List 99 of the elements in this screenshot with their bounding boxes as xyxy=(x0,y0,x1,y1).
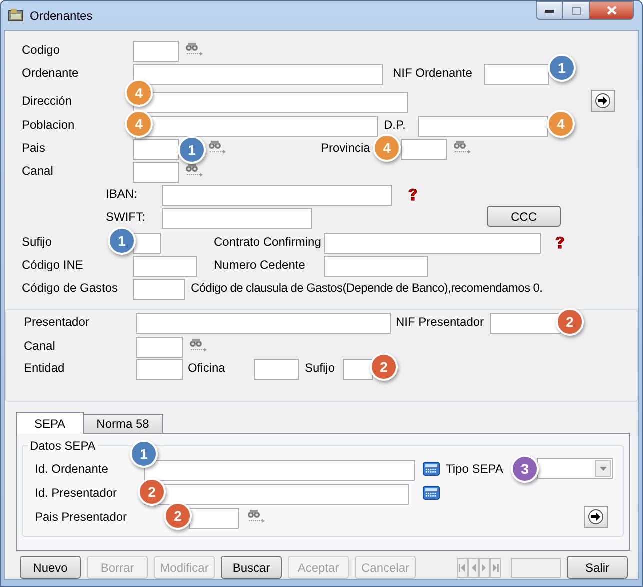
binoculars-icon[interactable] xyxy=(247,509,267,524)
arrow-button[interactable] xyxy=(591,90,615,112)
field-label: Id. Presentador xyxy=(35,484,118,502)
question-mark-icon[interactable] xyxy=(553,234,567,248)
input-field[interactable] xyxy=(254,358,299,380)
input-field[interactable] xyxy=(136,336,183,358)
number-badge: 2 xyxy=(138,478,166,506)
gastos-note: Código de clausula de Gastos(Depende de Banco),recomendamos 0. xyxy=(191,280,543,296)
field-label: Sufijo xyxy=(22,234,52,250)
number-badge: 4 xyxy=(547,110,575,138)
tab[interactable]: Norma 58 xyxy=(83,414,163,433)
field-label: Dirección xyxy=(22,92,72,110)
input-field[interactable] xyxy=(133,40,179,62)
action-button[interactable]: Buscar xyxy=(221,556,282,579)
field-label: Presentador xyxy=(24,314,90,330)
caret-icon xyxy=(600,466,606,470)
field-label: Sufijo xyxy=(305,360,336,376)
calculator-icon[interactable] xyxy=(423,462,440,476)
field-label: Canal xyxy=(24,338,56,354)
field-label: Entidad xyxy=(24,360,65,376)
right-triangle-icon xyxy=(481,562,488,572)
minimize-icon xyxy=(545,8,554,12)
number-badge: 2 xyxy=(370,353,398,381)
right-triangle-icon xyxy=(492,562,499,572)
previous-record-button[interactable] xyxy=(468,558,479,578)
arrow-button[interactable] xyxy=(584,506,608,528)
field-label: Numero Cedente xyxy=(214,256,306,274)
field-label: Codigo xyxy=(22,42,60,58)
close-icon xyxy=(606,6,616,15)
input-field[interactable] xyxy=(133,256,197,276)
window-title: Ordenantes xyxy=(30,8,93,25)
input-field[interactable] xyxy=(133,138,179,160)
binoculars-icon[interactable] xyxy=(189,338,209,353)
field-label: Contrato Confirming xyxy=(214,234,322,250)
last-record-button[interactable] xyxy=(490,558,501,578)
binoculars-icon[interactable] xyxy=(185,163,205,178)
number-badge: 1 xyxy=(130,440,158,468)
ccc-button[interactable]: CCC xyxy=(487,206,561,227)
field-label: D.P. xyxy=(384,116,406,134)
number-badge: 1 xyxy=(548,54,576,82)
number-badge: 3 xyxy=(511,455,539,483)
field-label: SWIFT: xyxy=(106,208,146,226)
input-field[interactable] xyxy=(484,64,549,84)
input-field[interactable] xyxy=(401,138,447,160)
number-badge: 2 xyxy=(164,502,192,530)
input-field[interactable] xyxy=(136,312,391,334)
number-badge: 1 xyxy=(108,227,136,255)
left-triangle-icon xyxy=(459,562,466,572)
action-button[interactable]: Nuevo xyxy=(20,556,81,579)
number-badge: 2 xyxy=(556,308,584,336)
field-label: Id. Ordenante xyxy=(35,460,108,478)
number-badge: 4 xyxy=(125,110,153,138)
input-field[interactable] xyxy=(133,162,179,182)
field-label: Provincia xyxy=(321,140,370,156)
record-field[interactable] xyxy=(511,558,561,578)
input-field[interactable] xyxy=(133,232,161,254)
input-field[interactable] xyxy=(162,184,392,206)
input-field[interactable] xyxy=(133,278,185,300)
action-button[interactable]: Salir xyxy=(567,556,628,579)
field-label: Pais xyxy=(22,140,46,156)
field-label: Canal xyxy=(22,162,54,180)
minimize-button[interactable] xyxy=(536,1,563,20)
maximize-icon xyxy=(572,6,580,14)
field-label: Poblacion xyxy=(22,116,75,134)
binoculars-icon[interactable] xyxy=(185,42,205,57)
field-label: Ordenante xyxy=(22,64,79,82)
input-field[interactable] xyxy=(189,508,239,528)
input-field[interactable] xyxy=(133,64,383,84)
first-record-button[interactable] xyxy=(457,558,468,578)
field-label: Pais Presentador xyxy=(35,508,128,526)
field-label: Código INE xyxy=(22,256,84,274)
number-badge: 4 xyxy=(373,134,401,162)
input-field[interactable] xyxy=(162,208,312,228)
input-field[interactable] xyxy=(144,484,409,504)
input-field[interactable] xyxy=(324,232,541,254)
input-field[interactable] xyxy=(490,312,561,334)
input-field[interactable] xyxy=(136,358,183,380)
calculator-icon[interactable] xyxy=(423,486,440,500)
input-field[interactable] xyxy=(144,460,415,480)
field-label: Tipo SEPA xyxy=(446,460,504,478)
field-label: NIF Ordenante xyxy=(393,64,472,82)
input-field[interactable] xyxy=(343,358,373,380)
field-label: Código de Gastos xyxy=(22,280,118,296)
field-label: Oficina xyxy=(188,360,226,376)
field-label: IBAN: xyxy=(106,186,138,202)
tipo-sepa-dropdown[interactable] xyxy=(537,458,613,479)
question-mark-icon[interactable] xyxy=(406,186,420,200)
binoculars-icon[interactable] xyxy=(208,140,228,155)
input-field[interactable] xyxy=(418,116,548,136)
number-badge: 4 xyxy=(125,79,153,107)
binoculars-icon[interactable] xyxy=(453,140,473,155)
left-triangle-icon xyxy=(470,562,477,572)
next-record-button[interactable] xyxy=(479,558,490,578)
close-button[interactable] xyxy=(590,1,634,20)
input-field[interactable] xyxy=(324,256,428,276)
window-icon xyxy=(8,8,24,22)
tab[interactable]: SEPA xyxy=(16,412,84,434)
number-badge: 1 xyxy=(178,136,206,164)
field-label: NIF Presentador xyxy=(396,314,484,330)
